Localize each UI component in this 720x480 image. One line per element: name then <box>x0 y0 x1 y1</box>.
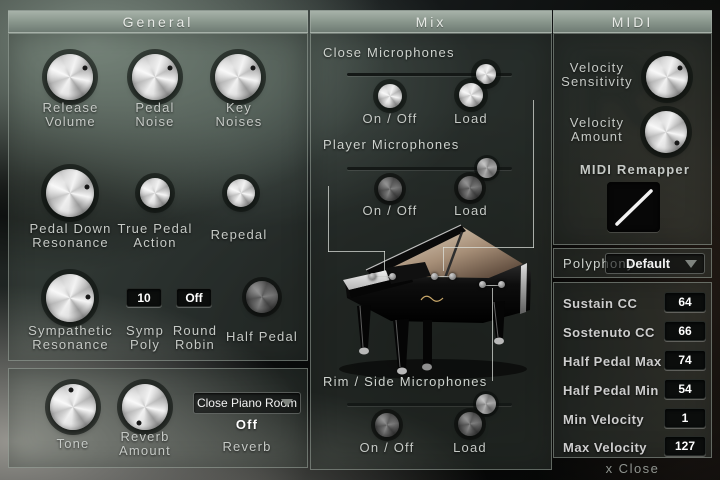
half-pedal-min-value[interactable]: 54 <box>664 379 706 399</box>
close-mic-label: Close Microphones <box>323 45 455 60</box>
player-mic-onoff-label: On / Off <box>345 204 435 218</box>
mic-position-dot <box>449 273 456 280</box>
midi-header: MIDI <box>553 10 712 33</box>
sustain-cc-label: Sustain CC <box>563 296 637 311</box>
rim-mic-volume-slider[interactable] <box>347 394 512 414</box>
mix-title: Mix <box>416 14 447 30</box>
min-velocity-label: Min Velocity <box>563 412 644 427</box>
key-noises-label: KeyNoises <box>193 101 285 129</box>
close-mic-load-knob[interactable] <box>459 83 483 107</box>
true-pedal-action-knob[interactable] <box>140 178 170 208</box>
repedal-knob[interactable] <box>227 179 255 207</box>
velocity-sensitivity-knob[interactable] <box>646 56 688 98</box>
half-pedal-max-value[interactable]: 74 <box>664 350 706 370</box>
key-noises-knob[interactable] <box>215 54 261 100</box>
mic-position-dot <box>498 281 505 288</box>
mix-header: Mix <box>310 10 552 33</box>
close-button[interactable]: x Close <box>553 461 712 476</box>
general-title: General <box>123 14 194 30</box>
pedal-noise-label: PedalNoise <box>110 101 200 129</box>
rim-mic-load-label: Load <box>425 441 515 455</box>
half-pedal-max-label: Half Pedal Max <box>563 354 662 369</box>
player-mic-load-knob[interactable] <box>458 176 482 200</box>
reverb-type-dropdown[interactable]: Close Piano Room <box>193 392 301 414</box>
rim-mic-connector-line <box>492 288 493 381</box>
reverb-label: Reverb <box>201 440 293 454</box>
player-mic-load-label: Load <box>426 204 516 218</box>
knob-indicator <box>251 66 256 71</box>
midi-remapper-label: MIDI Remapper <box>565 163 705 177</box>
knob-indicator <box>675 141 680 146</box>
close-mic-connector-line <box>384 251 385 273</box>
half-pedal-min-label: Half Pedal Min <box>563 383 659 398</box>
midi-title: MIDI <box>612 14 654 30</box>
sympathetic-resonance-knob[interactable] <box>46 274 94 322</box>
knob-indicator <box>68 387 73 392</box>
chevron-down-icon <box>685 260 697 268</box>
true-pedal-action-label: True PedalAction <box>110 222 200 250</box>
close-mic-connector-line <box>328 186 329 252</box>
min-velocity-value[interactable]: 1 <box>664 408 706 428</box>
close-mic-slider-handle[interactable] <box>476 64 496 84</box>
knob-indicator <box>136 420 141 425</box>
sustain-cc-value[interactable]: 64 <box>664 292 706 312</box>
knob-indicator <box>83 66 88 71</box>
player-mic-onoff-knob[interactable] <box>378 177 402 201</box>
close-mic-volume-slider[interactable] <box>347 64 512 84</box>
knob-indicator <box>86 294 91 299</box>
mic-position-dot <box>389 273 396 280</box>
rim-mic-load-knob[interactable] <box>458 412 482 436</box>
mic-position-dot <box>431 273 438 280</box>
polyphony-value: Default <box>626 256 670 271</box>
mic-position-dot <box>479 281 486 288</box>
rim-mic-onoff-label: On / Off <box>342 441 432 455</box>
player-mic-label: Player Microphones <box>323 137 460 152</box>
max-velocity-value[interactable]: 127 <box>664 436 706 456</box>
release-volume-knob[interactable] <box>47 54 93 100</box>
rim-mic-slider-handle[interactable] <box>476 394 496 414</box>
sostenuto-cc-label: Sostenuto CC <box>563 325 655 340</box>
reverb-amount-knob[interactable] <box>122 384 168 430</box>
symp-poly-value[interactable]: 10 <box>126 288 162 307</box>
polyphony-dropdown[interactable]: Default <box>605 253 705 274</box>
reverb-amount-label: ReverbAmount <box>99 430 191 458</box>
reverb-status: Off <box>201 418 293 432</box>
mic-position-dot <box>369 273 376 280</box>
player-mic-connector-line <box>533 100 534 248</box>
velocity-amount-label: VelocityAmount <box>553 116 641 144</box>
general-header: General <box>8 10 308 33</box>
half-pedal-label: Half Pedal <box>216 330 308 344</box>
midi-remapper-display[interactable] <box>607 182 660 232</box>
rim-mic-onoff-knob[interactable] <box>375 413 399 437</box>
player-mic-connector-line <box>443 247 534 248</box>
velocity-sensitivity-label: VelocitySensitivity <box>553 61 641 89</box>
tone-knob[interactable] <box>50 384 96 430</box>
rim-mic-label: Rim / Side Microphones <box>323 374 487 389</box>
player-mic-slider-handle[interactable] <box>477 158 497 178</box>
pedal-down-resonance-knob[interactable] <box>46 169 94 217</box>
knob-indicator <box>168 66 173 71</box>
close-mic-onoff-label: On / Off <box>345 112 435 126</box>
chevron-down-icon <box>281 399 293 407</box>
repedal-label: Repedal <box>193 228 285 242</box>
velocity-amount-knob[interactable] <box>645 111 687 153</box>
piano-mic-position-image <box>333 220 545 382</box>
knob-indicator <box>678 65 683 70</box>
player-mic-connector-line <box>443 247 444 271</box>
plugin-window: R General Mix MIDI ReleaseVolume PedalNo… <box>0 0 720 480</box>
close-mic-load-label: Load <box>426 112 516 126</box>
player-mic-volume-slider[interactable] <box>347 158 512 178</box>
close-mic-onoff-knob[interactable] <box>378 84 402 108</box>
round-robin-value[interactable]: Off <box>176 288 212 307</box>
half-pedal-knob[interactable] <box>246 281 278 313</box>
knob-indicator <box>85 185 90 190</box>
sostenuto-cc-value[interactable]: 66 <box>664 321 706 341</box>
close-mic-connector-line <box>328 251 385 252</box>
pedal-noise-knob[interactable] <box>132 54 178 100</box>
max-velocity-label: Max Velocity <box>563 440 647 455</box>
remapper-curve-icon <box>607 182 660 232</box>
